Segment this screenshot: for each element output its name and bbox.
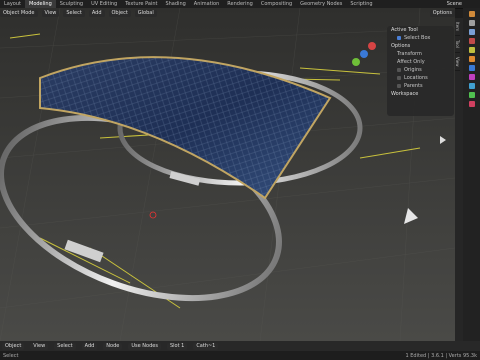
parents-label: Parents xyxy=(404,83,423,89)
origins-checkbox[interactable]: Origins xyxy=(387,66,454,74)
constraint-properties-icon[interactable] xyxy=(468,92,475,98)
tab-shading[interactable]: Shading xyxy=(161,0,189,8)
workspace-header[interactable]: Workspace xyxy=(387,90,454,98)
select-box-tool[interactable]: Select Box xyxy=(387,34,454,42)
world-properties-icon[interactable] xyxy=(468,47,475,53)
tab-item[interactable]: Item xyxy=(455,18,460,37)
locations-label: Locations xyxy=(404,75,428,81)
status-left: Select xyxy=(3,352,19,359)
options-dropdown[interactable]: Options xyxy=(429,9,455,17)
properties-tabs xyxy=(463,8,480,341)
shader-editor-header: Object View Select Add Node Use Nodes Sl… xyxy=(0,341,480,351)
status-right: 1 Edited | 3.6.1 | Verts 95.3k xyxy=(405,352,478,359)
viewport-header: Object Mode View Select Add Object Globa… xyxy=(0,8,455,18)
use-nodes-toggle[interactable]: Use Nodes xyxy=(128,342,161,350)
scene-selector[interactable]: Scene xyxy=(447,0,462,8)
tab-layout[interactable]: Layout xyxy=(0,0,25,8)
slot-dropdown[interactable]: Slot 1 xyxy=(166,342,188,350)
parents-checkbox-box[interactable] xyxy=(397,84,401,88)
tab-animation[interactable]: Animation xyxy=(190,0,224,8)
tab-tool[interactable]: Tool xyxy=(455,36,460,53)
origins-checkbox-box[interactable] xyxy=(397,68,401,72)
origins-label: Origins xyxy=(404,67,422,73)
affect-only-label: Affect Only xyxy=(397,59,425,65)
bottom-add-menu[interactable]: Add xyxy=(81,342,98,350)
locations-checkbox-box[interactable] xyxy=(397,76,401,80)
bottom-select-menu[interactable]: Select xyxy=(54,342,76,350)
tab-scripting[interactable]: Scripting xyxy=(346,0,376,8)
tab-geometry-nodes[interactable]: Geometry Nodes xyxy=(296,0,346,8)
mode-dropdown[interactable]: Object Mode xyxy=(0,9,38,17)
options-header[interactable]: Options xyxy=(387,42,454,50)
editor-type-dropdown[interactable]: Object xyxy=(2,342,25,350)
tab-compositing[interactable]: Compositing xyxy=(257,0,296,8)
particle-properties-icon[interactable] xyxy=(468,74,475,80)
sidebar-tabs: Item Tool View xyxy=(455,18,463,341)
add-menu[interactable]: Add xyxy=(88,9,105,17)
tab-view[interactable]: View xyxy=(455,53,460,72)
modifier-properties-icon[interactable] xyxy=(468,65,475,71)
select-menu[interactable]: Select xyxy=(63,9,85,17)
transform-subheader[interactable]: Transform xyxy=(387,50,454,58)
tool-name-label: Select Box xyxy=(404,35,431,41)
material-selector[interactable]: Cath~1 xyxy=(193,342,219,350)
output-properties-icon[interactable] xyxy=(468,20,475,26)
material-properties-icon[interactable] xyxy=(468,101,475,107)
bottom-view-menu[interactable]: View xyxy=(30,342,49,350)
parents-checkbox[interactable]: Parents xyxy=(387,82,454,90)
orientation-dropdown[interactable]: Global xyxy=(134,9,157,17)
active-tool-header[interactable]: Active Tool xyxy=(387,26,454,34)
view-layer-properties-icon[interactable] xyxy=(468,29,475,35)
select-box-icon xyxy=(397,36,401,40)
tab-rendering[interactable]: Rendering xyxy=(223,0,257,8)
tab-uv-editing[interactable]: UV Editing xyxy=(87,0,121,8)
tab-sculpting[interactable]: Sculpting xyxy=(56,0,87,8)
object-properties-icon[interactable] xyxy=(468,56,475,62)
view-menu[interactable]: View xyxy=(41,9,60,17)
physics-properties-icon[interactable] xyxy=(468,83,475,89)
sidebar-panel: Active Tool Select Box Options Transform… xyxy=(387,26,454,116)
tab-texture-paint[interactable]: Texture Paint xyxy=(121,0,161,8)
tab-modeling[interactable]: Modeling xyxy=(25,0,56,8)
scene-properties-icon[interactable] xyxy=(468,38,475,44)
render-properties-icon[interactable] xyxy=(468,11,475,17)
bottom-node-menu[interactable]: Node xyxy=(103,342,123,350)
object-menu[interactable]: Object xyxy=(108,9,131,17)
locations-checkbox[interactable]: Locations xyxy=(387,74,454,82)
status-bar: Select 1 Edited | 3.6.1 | Verts 95.3k xyxy=(0,351,480,360)
